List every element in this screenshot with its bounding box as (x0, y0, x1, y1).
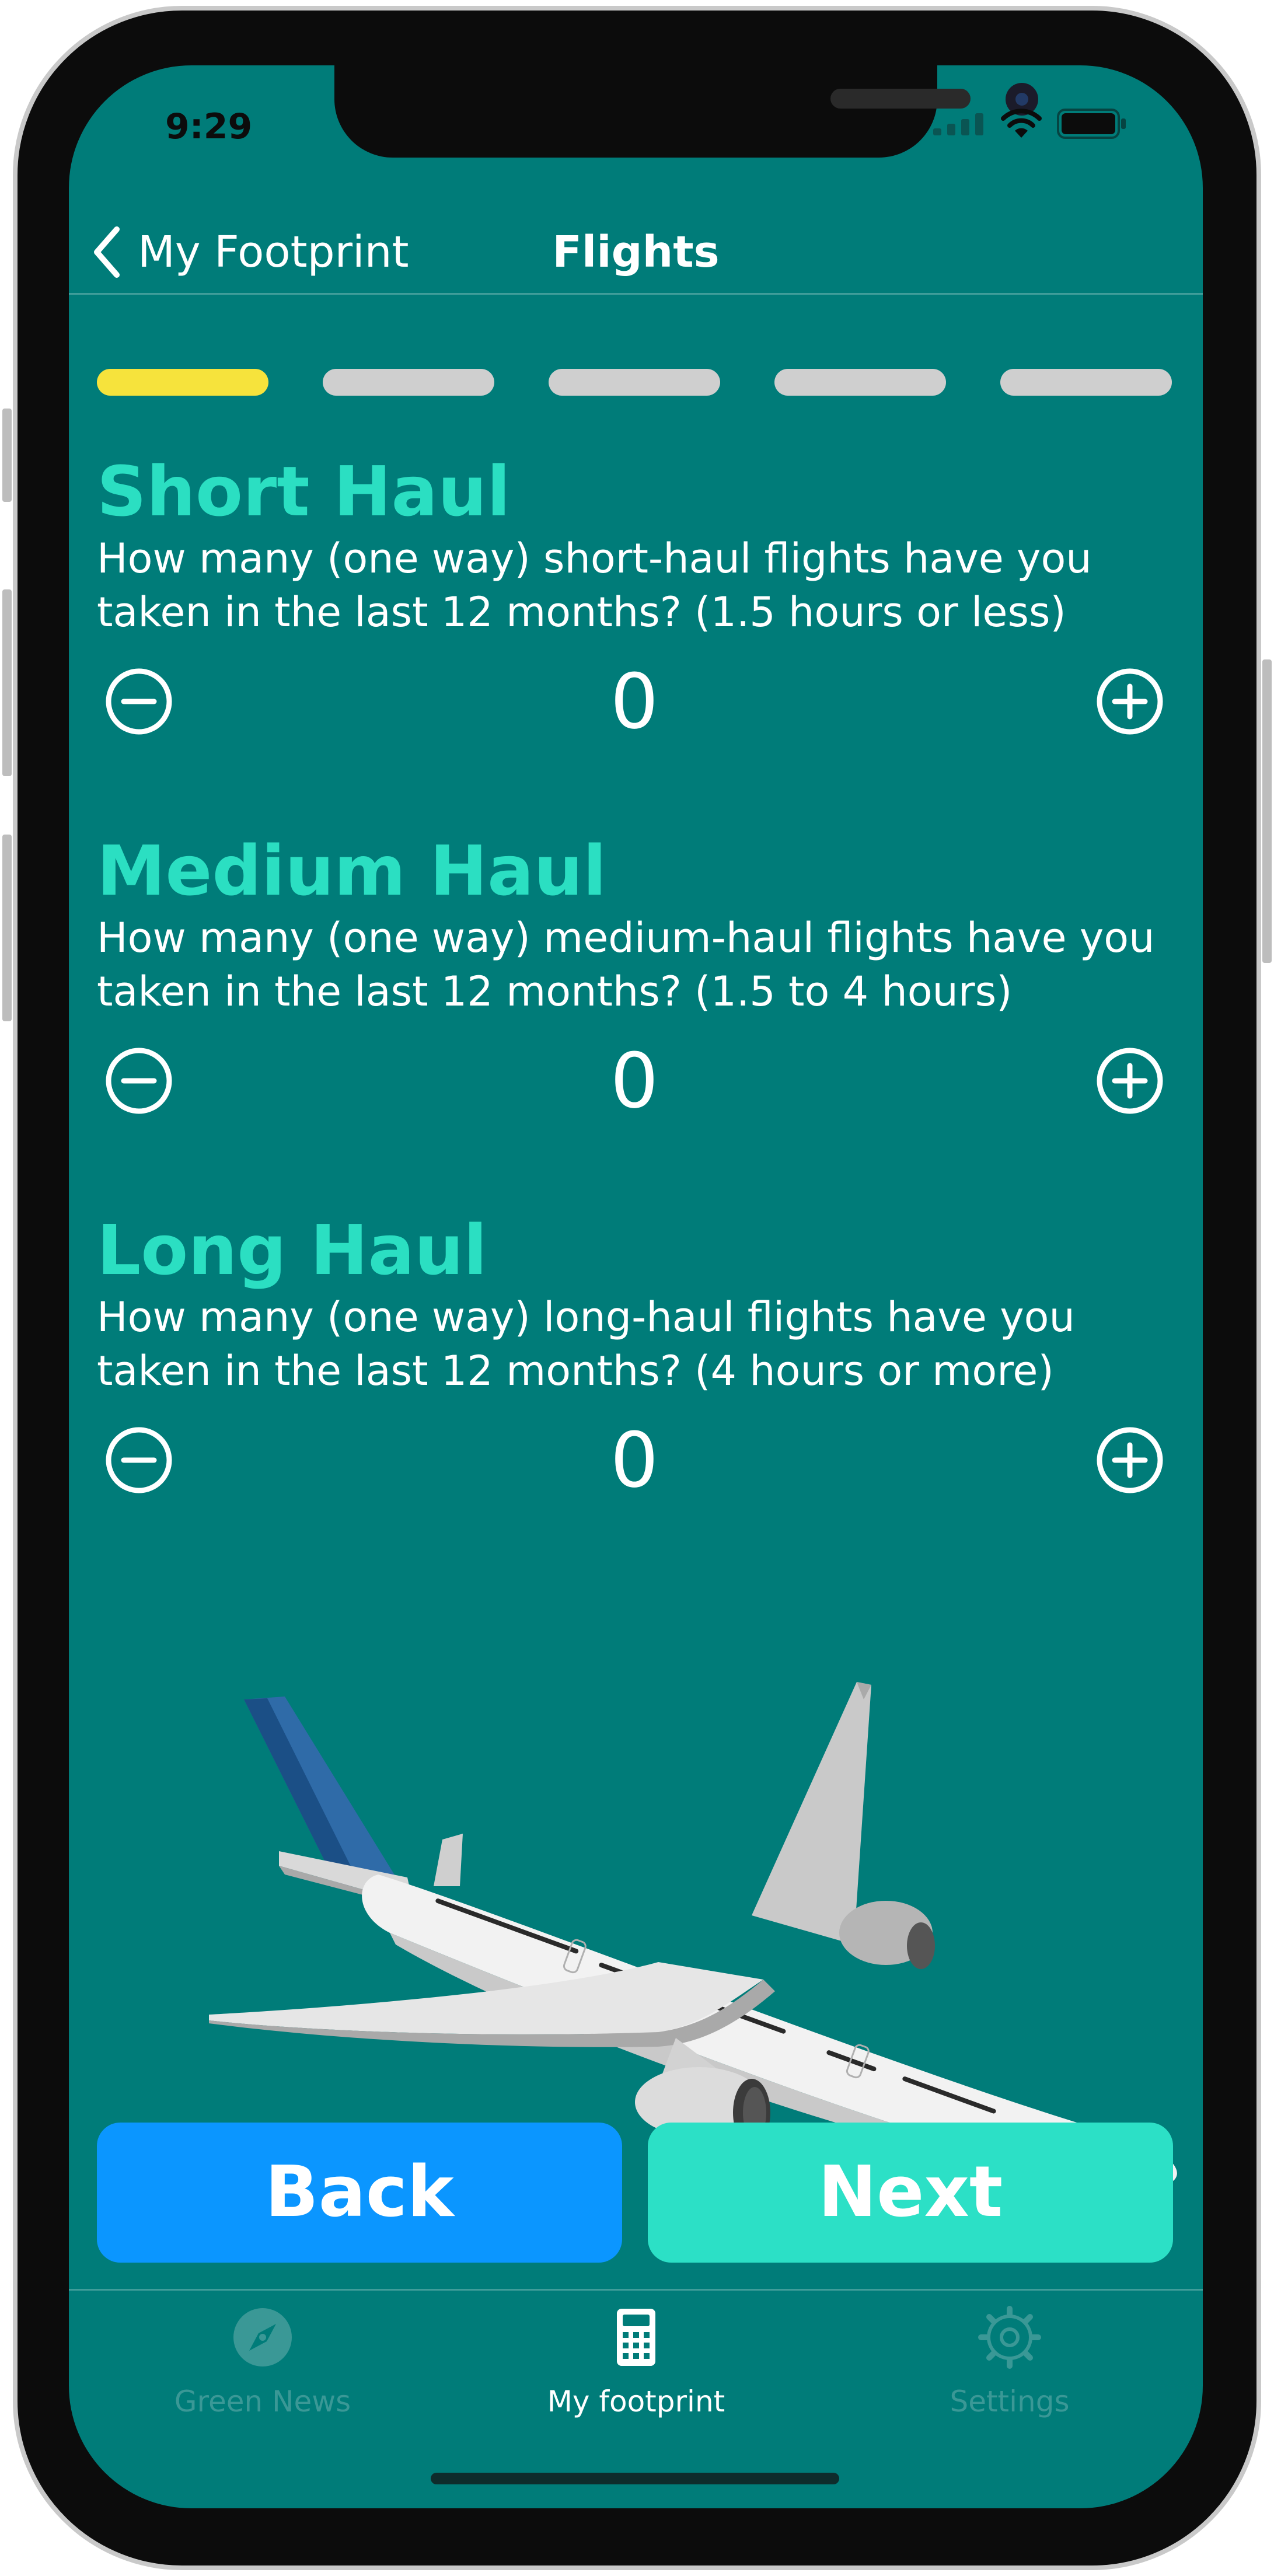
description-line: taken in the last 12 months? (4 hours or… (97, 1347, 1054, 1395)
plus-circle-icon[interactable] (1095, 1425, 1165, 1495)
short-haul-stepper: 0 (97, 658, 1172, 745)
tab-label: My footprint (547, 2385, 725, 2418)
progress-step-4 (774, 369, 946, 396)
progress-step-5 (1000, 369, 1172, 396)
speaker (830, 89, 971, 109)
short-haul-count: 0 (610, 657, 659, 746)
long-haul-count: 0 (610, 1416, 659, 1505)
medium-haul-stepper: 0 (97, 1037, 1172, 1125)
section-title: Short Haul (97, 451, 511, 532)
back-button[interactable]: Back (97, 2123, 622, 2263)
next-button[interactable]: Next (648, 2123, 1173, 2263)
status-time: 9:29 (165, 106, 253, 147)
compass-icon (233, 2308, 292, 2366)
tab-green-news[interactable]: Green News (76, 2305, 449, 2418)
long-haul-stepper: 0 (97, 1416, 1172, 1504)
side-button-volume-down (2, 835, 12, 1021)
progress-indicator (97, 369, 1172, 396)
tab-label: Settings (950, 2385, 1070, 2418)
section-description: How many (one way) long-haul flights hav… (97, 1290, 1172, 1398)
tab-my-footprint[interactable]: My footprint (449, 2305, 823, 2418)
tab-settings[interactable]: Settings (823, 2305, 1196, 2418)
description-line: taken in the last 12 months? (1.5 to 4 h… (97, 968, 1013, 1015)
medium-haul-section: Medium Haul How many (one way) medium-ha… (97, 830, 1172, 1125)
section-title: Long Haul (97, 1210, 487, 1290)
page-title: Flights (552, 227, 720, 277)
airplane-illustration (209, 1682, 1177, 2190)
plus-circle-icon[interactable] (1095, 666, 1165, 737)
notch (334, 65, 1038, 158)
side-button-power (1262, 659, 1272, 963)
cellular-signal-icon (933, 113, 983, 135)
description-line: How many (one way) medium-haul flights h… (97, 914, 1155, 962)
section-description: How many (one way) short-haul flights ha… (97, 532, 1172, 639)
description-line: taken in the last 12 months? (1.5 hours … (97, 588, 1066, 636)
plus-circle-icon[interactable] (1095, 1046, 1165, 1116)
navigation-bar: My Footprint Flights (69, 211, 1203, 295)
medium-haul-count: 0 (610, 1036, 659, 1125)
status-icons (933, 106, 1127, 141)
tab-label: Green News (174, 2385, 351, 2418)
section-title: Medium Haul (97, 830, 607, 911)
battery-icon (1057, 109, 1126, 139)
gear-icon (978, 2306, 1041, 2369)
calculator-icon (617, 2309, 655, 2366)
wifi-icon (1001, 109, 1042, 138)
progress-step-1 (97, 369, 268, 396)
description-line: How many (one way) short-haul flights ha… (97, 535, 1092, 582)
home-indicator[interactable] (431, 2473, 839, 2484)
progress-step-3 (549, 369, 720, 396)
screen: 9:29 My Footprint Flights Short Haul How… (69, 65, 1203, 2508)
description-line: How many (one way) long-haul flights hav… (97, 1293, 1075, 1341)
section-description: How many (one way) medium-haul flights h… (97, 911, 1172, 1018)
side-button-volume-up (2, 589, 12, 776)
short-haul-section: Short Haul How many (one way) short-haul… (97, 451, 1172, 745)
side-button-mute (2, 409, 12, 502)
progress-step-2 (323, 369, 494, 396)
long-haul-section: Long Haul How many (one way) long-haul f… (97, 1210, 1172, 1504)
